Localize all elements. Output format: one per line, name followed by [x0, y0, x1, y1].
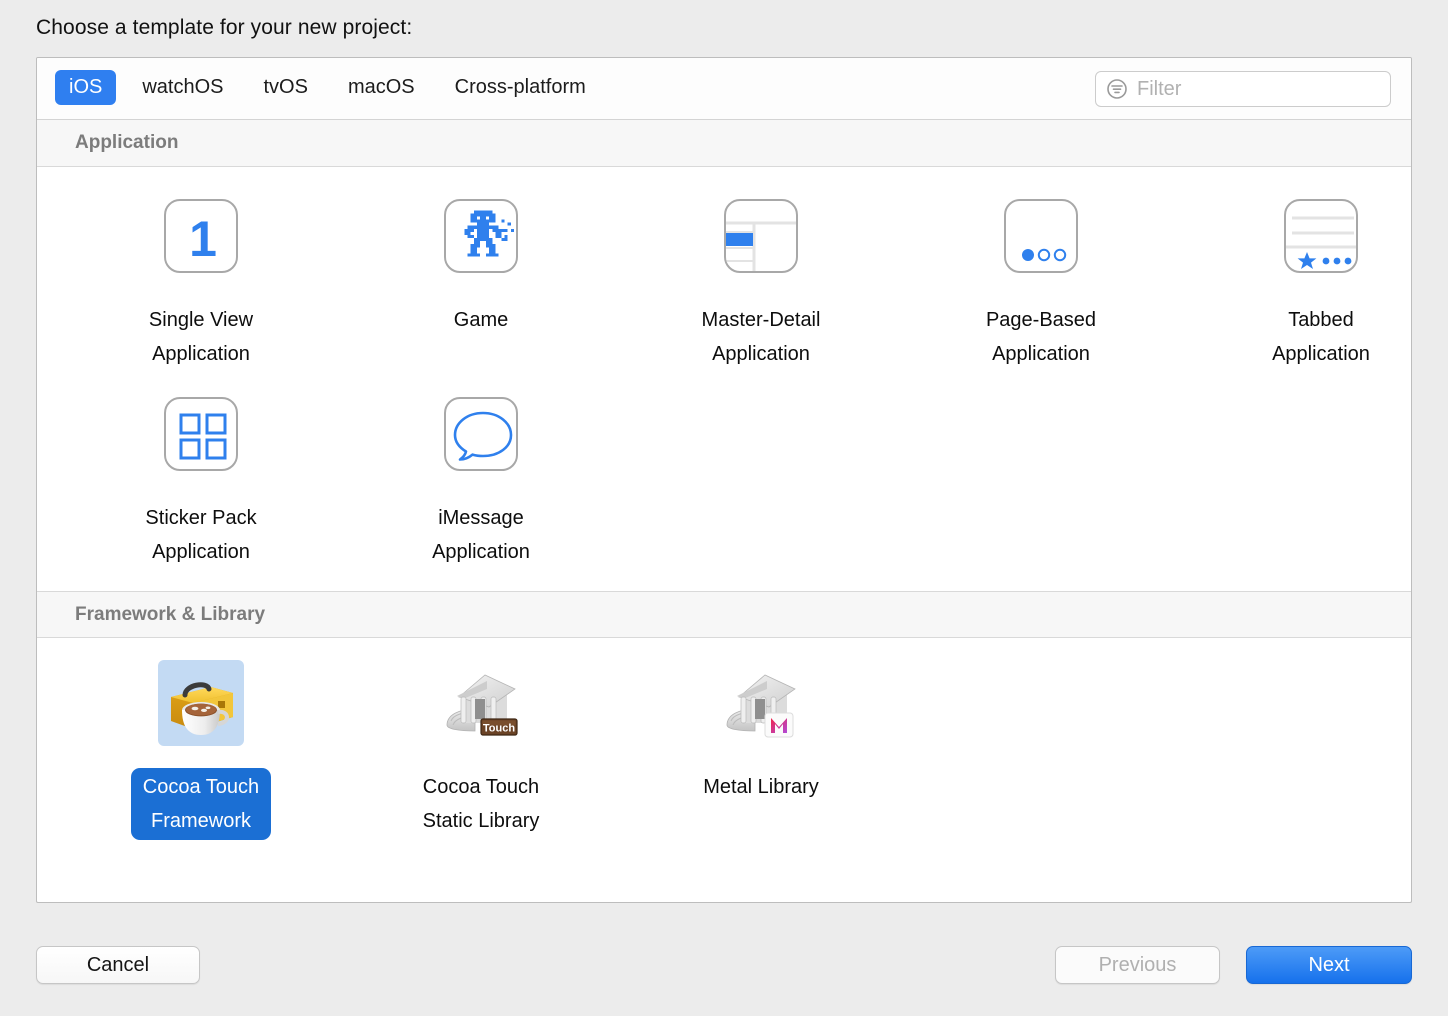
- section-header-framework-library: Framework & Library: [37, 591, 1411, 638]
- next-button[interactable]: Next: [1246, 946, 1412, 984]
- previous-button[interactable]: Previous: [1055, 946, 1220, 984]
- template-label: Master-Detail Application: [690, 301, 833, 373]
- template-game[interactable]: Game: [341, 185, 621, 383]
- template-label: Single View Application: [137, 301, 265, 373]
- template-cocoa-touch-static-library[interactable]: Touch Cocoa Touch Static Library: [341, 652, 621, 850]
- tab-ios[interactable]: iOS: [55, 70, 116, 105]
- application-template-grid: 1 Single View Application: [37, 167, 1411, 591]
- template-label: iMessage Application: [420, 499, 542, 571]
- imessage-icon-wrap: [438, 391, 524, 477]
- cancel-button[interactable]: Cancel: [36, 946, 200, 984]
- template-chooser-panel: iOS watchOS tvOS macOS Cross-platform Fi…: [36, 57, 1412, 903]
- template-imessage-application[interactable]: iMessage Application: [341, 383, 621, 581]
- tab-bar-icon: [1284, 199, 1358, 273]
- library-temple-touch-icon: Touch: [441, 663, 521, 743]
- template-label: Cocoa Touch Static Library: [411, 768, 552, 840]
- metal-library-icon-wrap: [718, 660, 804, 746]
- number-one-icon: 1: [164, 199, 238, 273]
- filter-placeholder: Filter: [1137, 78, 1181, 101]
- template-label: Game: [442, 301, 520, 339]
- tab-macos[interactable]: macOS: [334, 70, 429, 105]
- template-sticker-pack-application[interactable]: Sticker Pack Application: [61, 383, 341, 581]
- game-robot-icon: [444, 199, 518, 273]
- framework-library-template-grid: Cocoa Touch Framework: [37, 638, 1411, 862]
- library-temple-metal-icon: [721, 663, 801, 743]
- page-title: Choose a template for your new project:: [36, 16, 412, 40]
- game-icon-wrap: [438, 193, 524, 279]
- template-label: Metal Library: [691, 768, 831, 806]
- template-label: Cocoa Touch Framework: [131, 768, 271, 840]
- sticker-grid-icon: [164, 397, 238, 471]
- svg-text:1: 1: [189, 211, 217, 267]
- template-cocoa-touch-framework[interactable]: Cocoa Touch Framework: [61, 652, 341, 850]
- page-based-icon-wrap: [998, 193, 1084, 279]
- template-label: Tabbed Application: [1260, 301, 1382, 373]
- platform-tab-list: iOS watchOS tvOS macOS Cross-platform: [55, 70, 612, 105]
- template-page-based-application[interactable]: Page-Based Application: [901, 185, 1181, 383]
- page-dots-icon: [1004, 199, 1078, 273]
- master-detail-icon-wrap: [718, 193, 804, 279]
- template-label: Page-Based Application: [974, 301, 1108, 373]
- sticker-pack-icon-wrap: [158, 391, 244, 477]
- filter-field[interactable]: Filter: [1095, 71, 1391, 107]
- template-single-view-application[interactable]: 1 Single View Application: [61, 185, 341, 383]
- toolbox-coffee-icon: [161, 663, 241, 743]
- platform-tabbar: iOS watchOS tvOS macOS Cross-platform Fi…: [37, 58, 1411, 120]
- svg-text:Touch: Touch: [483, 722, 515, 734]
- tab-watchos[interactable]: watchOS: [128, 70, 237, 105]
- template-tabbed-application[interactable]: Tabbed Application: [1181, 185, 1412, 383]
- speech-bubble-icon: [444, 397, 518, 471]
- cocoa-touch-framework-icon-wrap: [158, 660, 244, 746]
- single-view-icon-wrap: 1: [158, 193, 244, 279]
- tab-cross-platform[interactable]: Cross-platform: [441, 70, 600, 105]
- tab-tvos[interactable]: tvOS: [250, 70, 322, 105]
- template-master-detail-application[interactable]: Master-Detail Application: [621, 185, 901, 383]
- filter-icon: [1106, 78, 1128, 100]
- split-view-icon: [724, 199, 798, 273]
- template-label: Sticker Pack Application: [133, 499, 268, 571]
- section-header-application: Application: [37, 120, 1411, 167]
- template-metal-library[interactable]: Metal Library: [621, 652, 901, 850]
- tabbed-icon-wrap: [1278, 193, 1364, 279]
- new-project-template-dialog: Choose a template for your new project: …: [0, 0, 1448, 1016]
- cocoa-touch-static-library-icon-wrap: Touch: [438, 660, 524, 746]
